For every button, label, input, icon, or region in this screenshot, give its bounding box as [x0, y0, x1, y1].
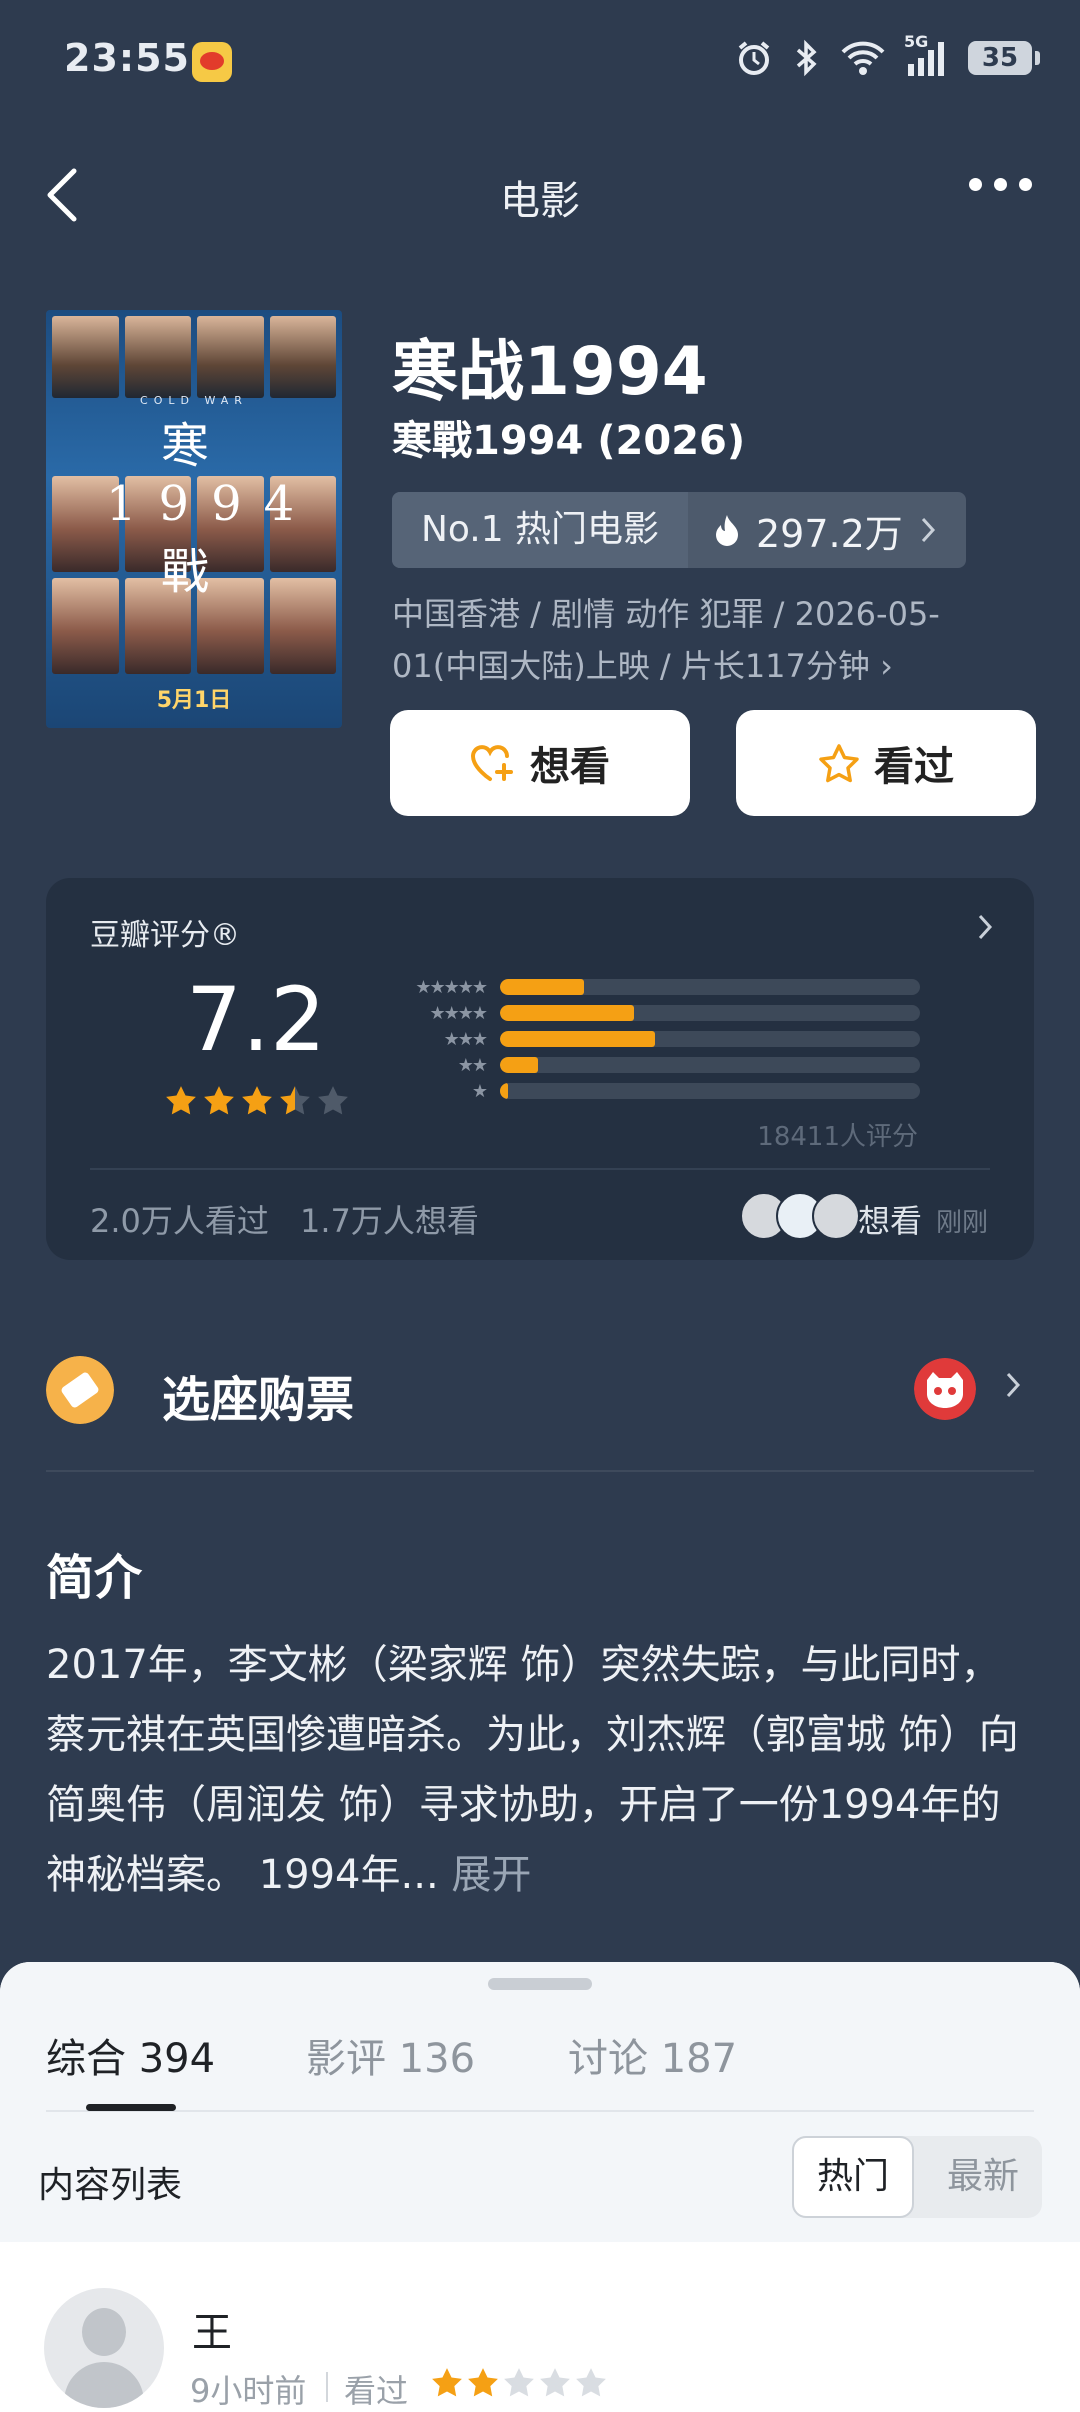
chevron-right-icon[interactable] — [1004, 1370, 1022, 1400]
rating-bar-stars: ★★★ — [443, 1028, 488, 1050]
rank-label: No.1 热门电影 — [392, 492, 688, 568]
movie-title: 寒战1994 — [392, 333, 708, 410]
rating-bar-stars: ★★★★ — [429, 1002, 488, 1024]
rating-bar-track — [500, 1005, 920, 1021]
divider — [46, 2110, 1034, 2112]
want-count[interactable]: 1.7万人想看 — [300, 1196, 479, 1242]
rating-count: 18411人评分 — [757, 1122, 918, 1152]
flame-icon — [716, 515, 738, 546]
rating-stars — [164, 1084, 350, 1118]
review-status: 看过 — [344, 2372, 409, 2410]
intro-title: 简介 — [46, 1550, 143, 1606]
intro-text: 2017年，李文彬（梁家辉 饰）突然失踪，与此同时，蔡元祺在英国惨遭暗杀。为此，… — [46, 1630, 1036, 1910]
rating-bar-row: ★ — [376, 1078, 920, 1104]
rating-bar-fill — [500, 1031, 656, 1047]
page-title: 电影 — [500, 178, 580, 224]
rating-card[interactable]: 豆瓣评分® 7.2 ★★★★★ ★★★★ ★★★ ★★ ★ 18411人评分 2.0万人… — [46, 878, 1034, 1260]
rating-star-icon — [166, 1086, 196, 1115]
intro-body: 2017年，李文彬（梁家辉 饰）突然失踪，与此同时，蔡元祺在英国惨遭暗杀。为此，… — [46, 1642, 1019, 1898]
heart-plus-icon — [470, 745, 513, 781]
review-star-icon — [540, 2368, 570, 2397]
rating-bar-track — [500, 979, 920, 995]
rating-bar-track — [500, 1083, 920, 1099]
rating-bar-track — [500, 1057, 920, 1073]
rating-bar-fill — [500, 1057, 538, 1073]
friend-avatars[interactable] — [740, 1192, 860, 1240]
divider — [90, 1168, 990, 1170]
content-sheet: 综合 394 影评 136 讨论 187 内容列表 热门 最新 王 9小时前 看… — [0, 1962, 1080, 2412]
review-star-icon — [576, 2368, 606, 2397]
review-star-icon — [504, 2368, 534, 2397]
review-user-name[interactable]: 王 — [192, 2300, 232, 2358]
watched-count[interactable]: 2.0万人看过 — [90, 1196, 269, 1242]
chevron-right-icon[interactable] — [976, 912, 994, 942]
weibo-app-icon — [192, 42, 232, 82]
rating-bar-fill — [500, 979, 584, 995]
review-star-icon — [432, 2368, 462, 2397]
rating-bar-stars: ★ — [471, 1080, 488, 1102]
sort-hot-button[interactable]: 热门 — [792, 2136, 914, 2218]
rating-bar-row: ★★ — [376, 1052, 920, 1078]
tab-indicator — [86, 2104, 176, 2111]
rating-bar-fill — [500, 1083, 509, 1099]
divider — [46, 1470, 1034, 1472]
poster-date: 5月1日 — [156, 688, 232, 713]
rating-label: 豆瓣评分® — [90, 918, 240, 953]
want-to-watch-button[interactable]: 想看 — [390, 710, 690, 816]
tab-overview[interactable]: 综合 394 — [46, 2026, 215, 2084]
rating-bar-row: ★★★★ — [376, 1000, 920, 1026]
rating-score: 7.2 — [186, 968, 326, 1071]
movie-poster[interactable]: COLD WAR 寒1994戰 5月1日 — [46, 310, 342, 728]
rating-bar-stars: ★★★★★ — [415, 976, 488, 998]
review-time: 9小时前 — [190, 2372, 307, 2410]
rating-bar-row: ★★★★★ — [376, 974, 920, 1000]
rating-bar-row: ★★★ — [376, 1026, 920, 1052]
avatar — [812, 1192, 860, 1240]
expand-link[interactable]: 展开 — [451, 1852, 531, 1898]
cellular-signal-icon: 5G — [904, 32, 950, 78]
wifi-icon — [841, 41, 885, 75]
review-stars — [430, 2366, 608, 2400]
ticket-label[interactable]: 选座购票 — [162, 1360, 354, 1430]
bluetooth-icon — [796, 39, 817, 77]
rank-badge[interactable]: No.1 热门电影 297.2万 — [392, 492, 966, 568]
ticket-icon — [46, 1356, 114, 1424]
rating-bar-stars: ★★ — [457, 1054, 488, 1076]
heat-value: 297.2万 — [756, 511, 903, 556]
movie-original-title: 寒戰1994 (2026) — [392, 418, 746, 464]
rating-star-icon — [318, 1086, 348, 1115]
rating-star-icon — [204, 1086, 234, 1115]
rating-distribution: ★★★★★ ★★★★ ★★★ ★★ ★ — [376, 974, 920, 1104]
tab-reviews[interactable]: 影评 136 — [306, 2026, 475, 2084]
sort-new-button[interactable]: 最新 — [924, 2136, 1042, 2218]
rating-star-icon — [280, 1086, 310, 1115]
rating-bar-fill — [500, 1005, 635, 1021]
cat-logo-icon — [914, 1358, 976, 1420]
star-outline-icon — [819, 744, 859, 783]
rating-bar-track — [500, 1031, 920, 1047]
friend-action: 想看 — [858, 1202, 923, 1240]
review-star-icon — [468, 2368, 498, 2397]
movie-meta[interactable]: 中国香港 / 剧情 动作 犯罪 / 2026-05-01(中国大陆)上映 / 片… — [392, 588, 1022, 692]
content-list-label: 内容列表 — [38, 2165, 183, 2206]
friend-time: 刚刚 — [936, 1208, 989, 1238]
more-options-icon[interactable] — [969, 178, 1032, 191]
sort-toggle: 热门 最新 — [792, 2136, 1042, 2218]
alarm-icon — [738, 41, 770, 75]
sheet-handle[interactable] — [488, 1978, 592, 1990]
chevron-right-icon — [921, 517, 935, 543]
avatar[interactable] — [44, 2288, 164, 2408]
tab-discussions[interactable]: 讨论 187 — [568, 2026, 737, 2084]
battery-icon: 35 — [968, 41, 1040, 75]
rating-star-icon — [242, 1086, 272, 1115]
watched-button[interactable]: 看过 — [736, 710, 1036, 816]
status-time: 23:55 — [64, 36, 190, 80]
poster-title: 寒1994戰 — [106, 418, 317, 600]
divider — [326, 2372, 328, 2402]
status-icons: 5G 35 — [734, 32, 1040, 78]
